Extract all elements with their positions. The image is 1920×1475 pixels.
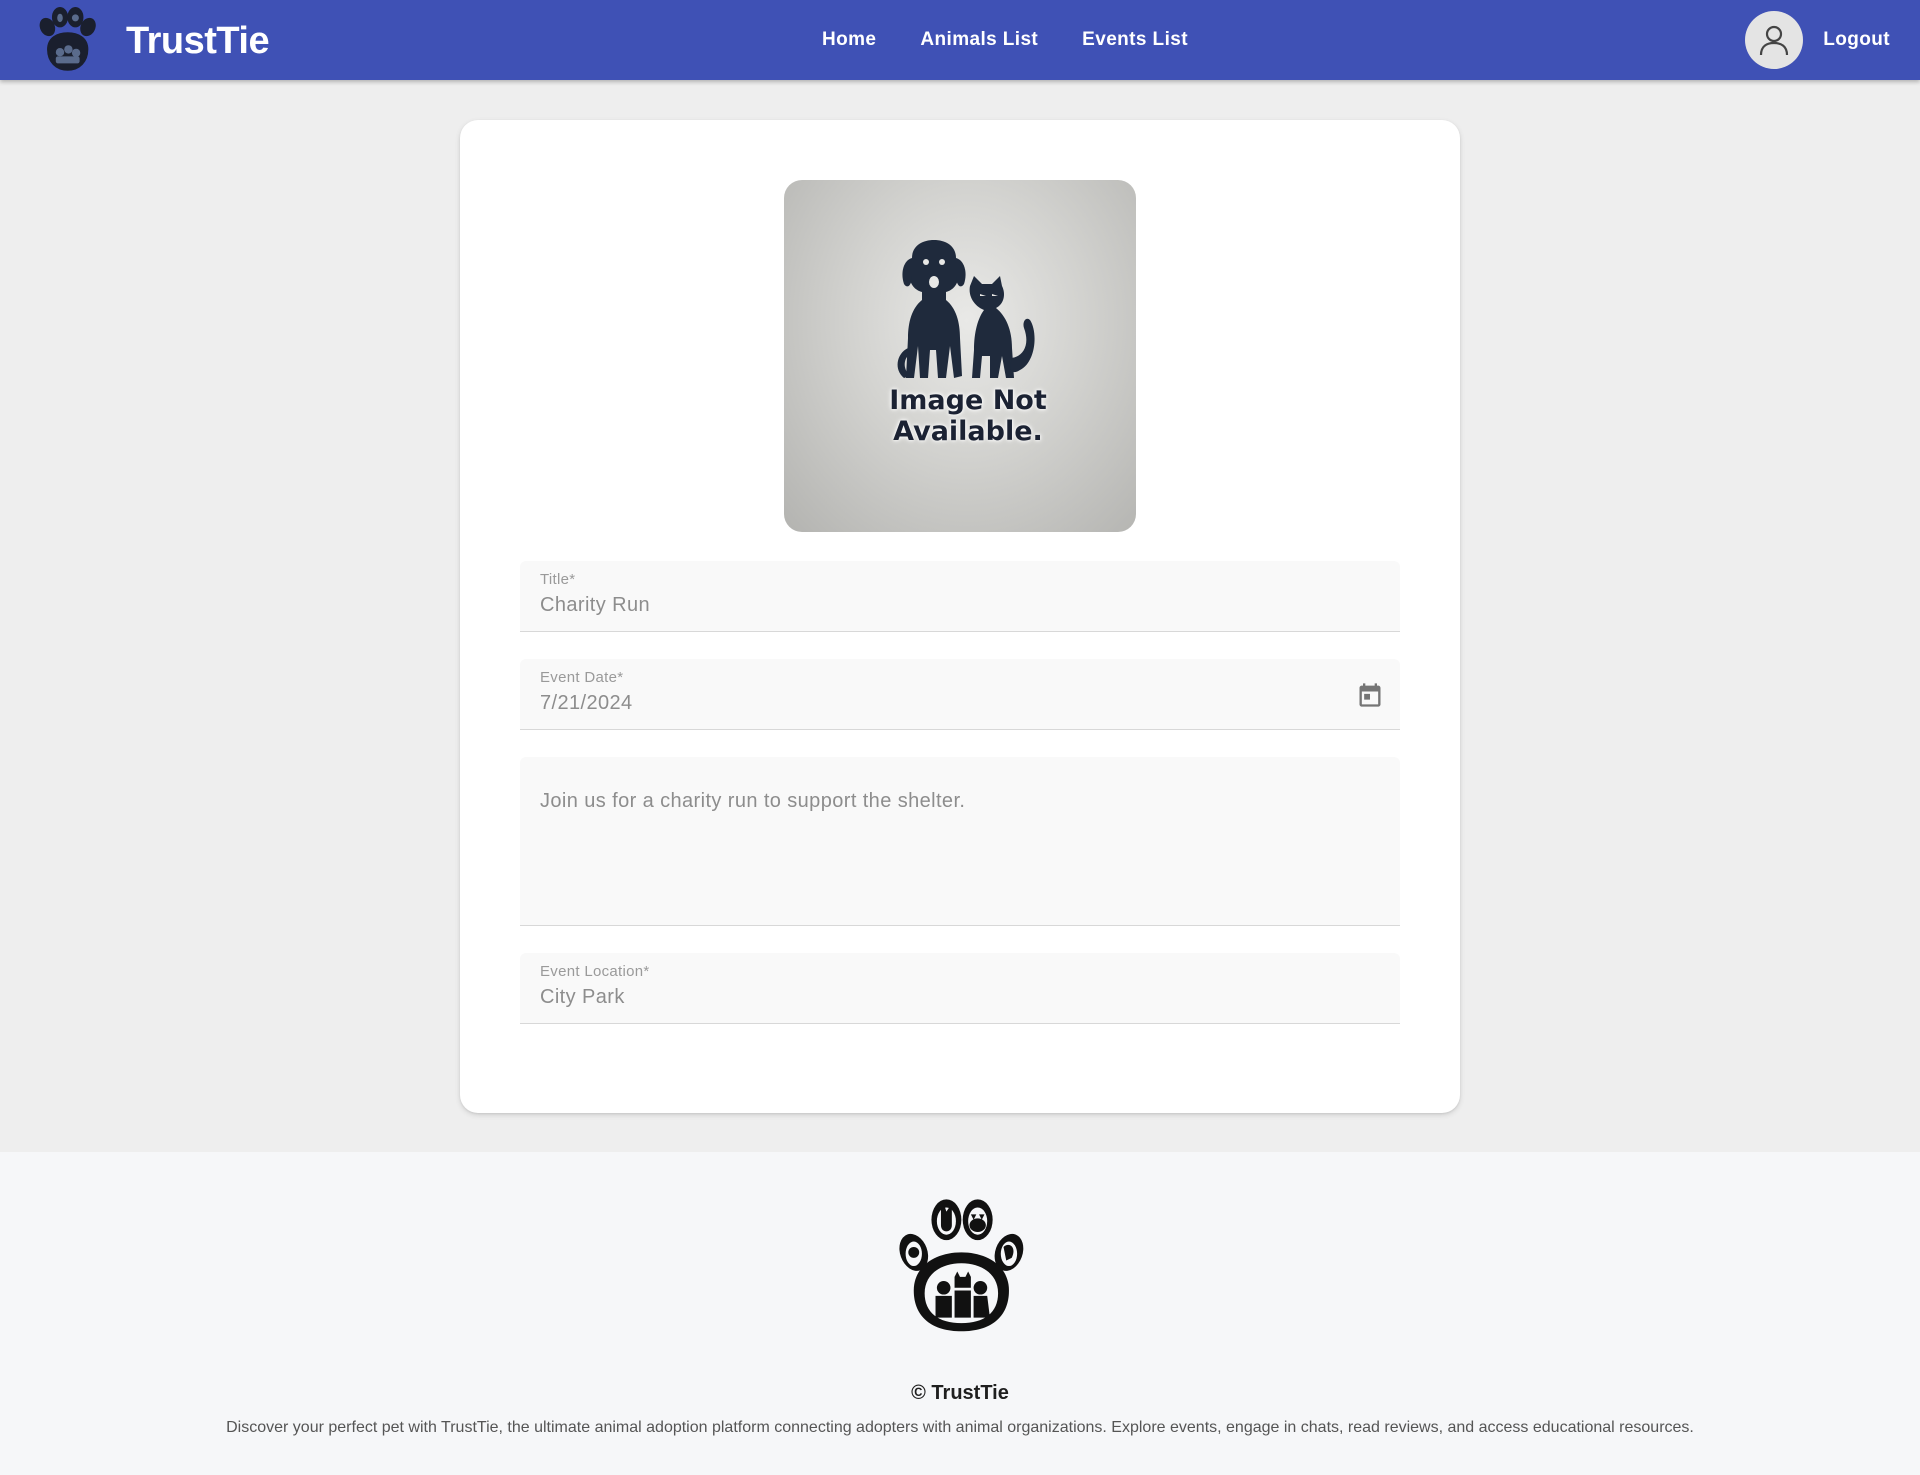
main-nav: Home Animals List Events List — [800, 0, 1210, 80]
event-details-card: Image Not Available. Title* Charity Run … — [460, 120, 1460, 1113]
event-image-placeholder: Image Not Available. — [784, 180, 1136, 532]
logout-button[interactable]: Logout — [1823, 29, 1890, 51]
event-location-input[interactable]: City Park — [540, 986, 1340, 1009]
avatar[interactable] — [1745, 11, 1804, 69]
title-input[interactable]: Charity Run — [540, 594, 1340, 617]
user-area: Logout — [1745, 11, 1890, 69]
event-date-field[interactable]: Event Date* 7/21/2024 — [520, 659, 1400, 730]
paw-logo-icon — [39, 7, 96, 71]
nav-home[interactable]: Home — [800, 19, 898, 61]
dog-and-cat-icon — [897, 240, 1035, 378]
user-icon — [1760, 25, 1789, 56]
description-field[interactable]: Join us for a charity run to support the… — [520, 757, 1400, 926]
nav-animals-list[interactable]: Animals List — [898, 19, 1060, 61]
image-unavailable-caption: Image Not Available. — [889, 385, 1047, 447]
title-label: Title* — [540, 571, 576, 588]
footer-copyright: © TrustTie — [911, 1382, 1009, 1404]
event-location-field[interactable]: Event Location* City Park — [520, 953, 1400, 1024]
brand[interactable]: TrustTie — [32, 6, 270, 76]
title-field[interactable]: Title* Charity Run — [520, 561, 1400, 632]
event-date-input[interactable]: 7/21/2024 — [540, 692, 1340, 715]
description-textarea[interactable]: Join us for a charity run to support the… — [540, 790, 1370, 813]
nav-events-list[interactable]: Events List — [1060, 19, 1210, 61]
footer-description: Discover your perfect pet with TrustTie,… — [226, 1419, 1694, 1436]
top-navbar: TrustTie Home Animals List Events List L… — [0, 0, 1920, 80]
footer: © TrustTie Discover your perfect pet wit… — [0, 1152, 1920, 1475]
calendar-icon[interactable] — [1356, 681, 1384, 709]
event-date-label: Event Date* — [540, 669, 624, 686]
brand-name: TrustTie — [126, 19, 270, 62]
event-location-label: Event Location* — [540, 963, 650, 980]
paw-logo-icon — [899, 1199, 1024, 1332]
